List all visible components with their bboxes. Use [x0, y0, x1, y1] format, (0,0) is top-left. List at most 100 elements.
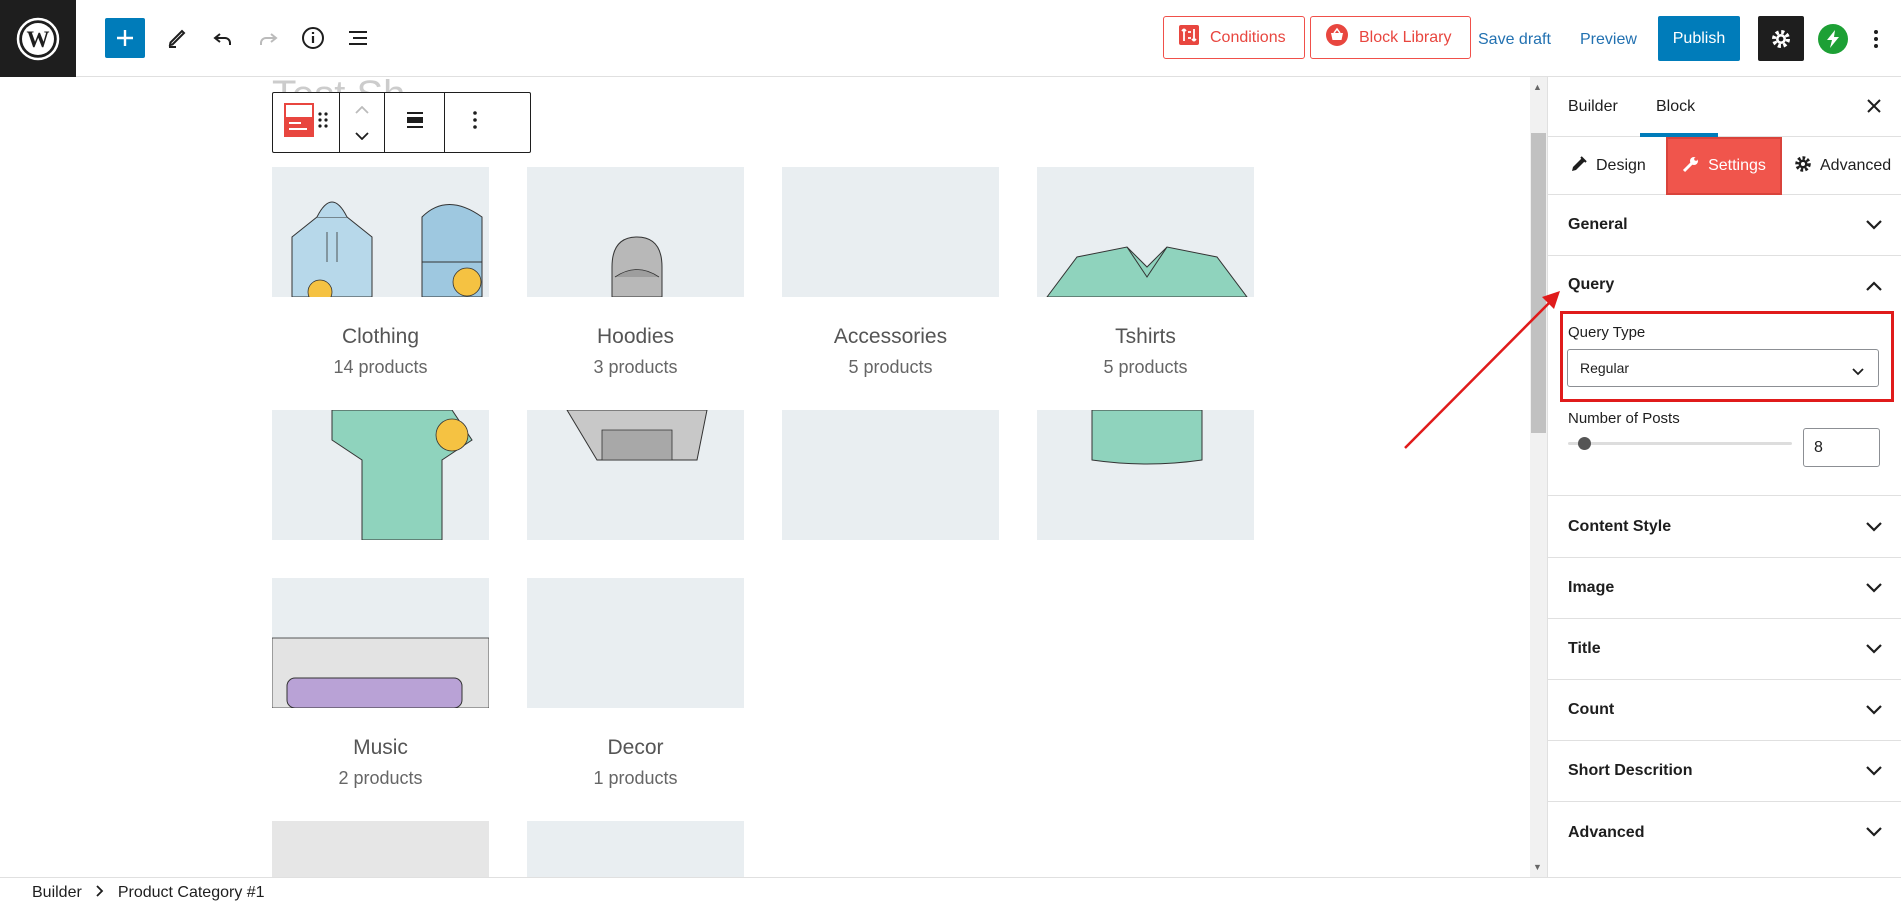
panel-content-style[interactable]: Content Style [1548, 497, 1901, 558]
category-image-clothing [272, 167, 489, 297]
drag-handle-icon[interactable] [318, 111, 328, 134]
brush-icon [1570, 155, 1588, 178]
posts-slider-handle[interactable] [1578, 437, 1591, 450]
category-image-accessories [782, 167, 999, 297]
wrench-icon [1682, 155, 1700, 178]
chevron-down-icon [1866, 519, 1882, 537]
save-draft-button[interactable]: Save draft [1478, 31, 1551, 49]
panel-short-description[interactable]: Short Descrition [1548, 741, 1901, 802]
block-sub-tabs: Design Settings Advanced [1548, 137, 1901, 195]
category-card[interactable]: Music 2 products [272, 578, 489, 877]
posts-slider-track[interactable] [1568, 442, 1792, 445]
tab-builder[interactable]: Builder [1568, 98, 1618, 116]
category-card[interactable]: Accessories 5 products [782, 167, 999, 540]
panel-short-description-label: Short Descrition [1568, 762, 1693, 779]
category-image-tshirts [1037, 167, 1254, 297]
breadcrumb: Builder Product Category #1 [0, 877, 1901, 908]
panel-image[interactable]: Image [1548, 558, 1901, 619]
settings-gear-icon[interactable] [1758, 16, 1804, 61]
category-name: Music [353, 736, 408, 759]
category-card[interactable]: Hoodies 3 products [527, 167, 744, 540]
panel-content-style-label: Content Style [1568, 518, 1672, 535]
category-image-decor [527, 578, 744, 708]
close-sidebar-icon[interactable] [1866, 97, 1882, 120]
category-count: 5 products [848, 357, 933, 377]
block-type-button[interactable] [273, 93, 340, 152]
align-button[interactable] [385, 93, 445, 152]
category-count: 1 products [593, 768, 678, 788]
tab-settings[interactable]: Settings [1666, 137, 1782, 195]
panel-query-label[interactable]: Query [1568, 276, 1614, 294]
add-block-button[interactable] [105, 18, 145, 58]
panel-advanced[interactable]: Advanced [1548, 802, 1901, 863]
breadcrumb-root[interactable]: Builder [32, 884, 82, 902]
category-name: Accessories [833, 325, 948, 348]
tab-settings-label: Settings [1708, 157, 1766, 174]
chevron-down-icon [1866, 702, 1882, 720]
block-library-button[interactable]: Block Library [1310, 16, 1471, 59]
more-options-icon[interactable] [1866, 24, 1886, 54]
redo-icon[interactable] [248, 18, 288, 58]
chevron-down-icon [1866, 641, 1882, 659]
editor-canvas: Test Sh [0, 77, 1530, 877]
category-caption: Accessories 5 products [782, 297, 999, 410]
category-name: Hoodies [596, 325, 675, 348]
conditions-label: Conditions [1210, 28, 1286, 46]
chevron-up-icon[interactable] [1866, 278, 1882, 296]
settings-sidebar: Builder Block Design Settings Advanced G… [1547, 77, 1901, 877]
category-card[interactable]: Decor 1 products [527, 578, 744, 877]
category-image-decor-lower [527, 821, 744, 877]
panel-title-label: Title [1568, 640, 1601, 657]
align-wide-icon [405, 111, 425, 134]
scroll-down-icon[interactable]: ▼ [1533, 862, 1542, 872]
tab-block[interactable]: Block [1656, 98, 1695, 116]
panel-count-label: Count [1568, 701, 1615, 718]
chevron-right-icon [96, 884, 104, 902]
sidebar-tabs: Builder Block [1548, 77, 1901, 137]
undo-icon[interactable] [203, 18, 243, 58]
category-name: Clothing [341, 325, 420, 348]
gear-icon [1794, 155, 1812, 178]
category-caption: Clothing 14 products [272, 297, 489, 410]
move-up-icon[interactable] [355, 101, 369, 119]
category-caption: Decor 1 products [527, 708, 744, 821]
category-card[interactable]: Tshirts 5 products [1037, 167, 1254, 540]
category-card[interactable]: Clothing 14 products [272, 167, 489, 540]
category-count: 3 products [593, 357, 678, 377]
panel-advanced-label: Advanced [1568, 823, 1645, 841]
lightning-plugin-icon[interactable] [1818, 24, 1848, 54]
category-image-accessories-lower [782, 410, 999, 540]
panel-count[interactable]: Count [1548, 680, 1901, 741]
preview-button[interactable]: Preview [1580, 31, 1637, 49]
category-count: 14 products [333, 357, 428, 377]
vertical-dots-icon [473, 111, 477, 134]
info-icon[interactable] [293, 18, 333, 58]
publish-button[interactable]: Publish [1658, 16, 1740, 61]
scroll-up-icon[interactable]: ▲ [1533, 82, 1542, 92]
block-options-button[interactable] [445, 93, 505, 152]
category-caption: Music 2 products [272, 708, 489, 821]
tab-advanced-label: Advanced [1820, 157, 1892, 174]
tab-advanced[interactable]: Advanced [1794, 137, 1891, 195]
list-view-icon[interactable] [338, 18, 378, 58]
category-count: 5 products [1103, 357, 1188, 377]
category-image-clothing-lower [272, 410, 489, 540]
chevron-down-icon [1866, 763, 1882, 781]
breadcrumb-current[interactable]: Product Category #1 [118, 884, 265, 902]
panel-title[interactable]: Title [1548, 619, 1901, 680]
panel-general[interactable]: General [1548, 195, 1901, 256]
panel-general-label: General [1568, 216, 1628, 233]
tools-pencil-icon[interactable] [157, 18, 197, 58]
editor-header: W Conditions Block Library Save draft Pr… [0, 0, 1901, 77]
number-of-posts-input[interactable]: 8 [1803, 428, 1880, 467]
category-image-music [272, 578, 489, 708]
wordpress-logo-icon[interactable]: W [0, 0, 76, 77]
category-count: 2 products [338, 768, 423, 788]
category-name: Decor [607, 736, 664, 759]
highlight-box [1560, 311, 1894, 402]
tab-design[interactable]: Design [1570, 137, 1646, 195]
conditions-button[interactable]: Conditions [1163, 16, 1305, 59]
chevron-down-icon [1866, 217, 1882, 235]
move-down-icon[interactable] [355, 127, 369, 145]
svg-text:W: W [27, 27, 50, 52]
